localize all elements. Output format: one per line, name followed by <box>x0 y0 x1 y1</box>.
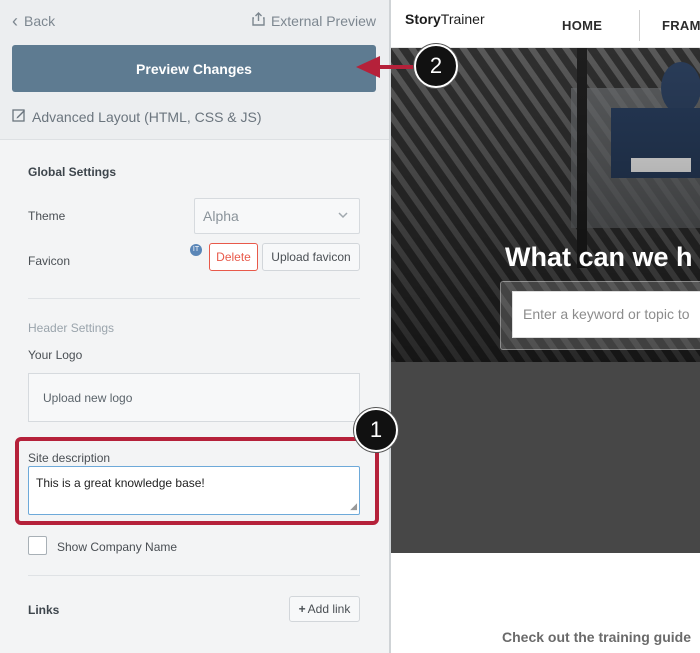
annotation-badge-2: 2 <box>414 44 458 88</box>
annotation-badge-1: 1 <box>354 408 398 452</box>
delete-favicon-button[interactable]: Delete <box>209 243 258 271</box>
theme-label: Theme <box>28 209 66 223</box>
plus-icon: + <box>298 602 306 616</box>
preview-nav: StoryTrainer HOME FRAM <box>391 0 700 48</box>
your-logo-label: Your Logo <box>28 348 83 362</box>
nav-item-home[interactable]: HOME <box>562 18 602 33</box>
upload-favicon-button[interactable]: Upload favicon <box>262 243 360 271</box>
search-input[interactable]: Enter a keyword or topic to <box>512 291 700 338</box>
upload-logo-dropzone[interactable]: Upload new logo <box>28 373 360 422</box>
settings-panel: ‹ Back External Preview Preview Changes … <box>0 0 389 653</box>
preview-changes-button[interactable]: Preview Changes <box>12 45 376 92</box>
divider <box>28 575 360 576</box>
theme-value: Alpha <box>203 208 239 224</box>
edit-icon <box>12 108 26 125</box>
external-preview-label: External Preview <box>270 12 376 29</box>
advanced-layout-link[interactable]: Advanced Layout (HTML, CSS & JS) <box>12 108 262 125</box>
hero-lower-band <box>391 362 700 553</box>
hero-title: What can we h <box>505 242 693 272</box>
add-link-button[interactable]: + Add link <box>289 596 360 622</box>
links-label: Links <box>28 603 60 617</box>
favicon-label: Favicon <box>28 254 71 268</box>
nav-item-fram[interactable]: FRAM <box>662 18 700 33</box>
divider <box>28 298 360 299</box>
training-guide-text: Check out the training guide <box>502 629 692 645</box>
show-company-name-label: Show Company Name <box>57 540 178 554</box>
preview-changes-label: Preview Changes <box>136 60 252 77</box>
brand-logo[interactable]: StoryTrainer <box>405 11 485 27</box>
favicon-info-icon[interactable]: IT <box>190 244 202 256</box>
theme-select[interactable]: Alpha <box>194 198 360 234</box>
nav-separator <box>639 10 640 41</box>
external-preview-link[interactable]: External Preview <box>252 12 376 29</box>
back-label: Back <box>24 13 56 29</box>
header-settings-title: Header Settings <box>28 321 115 335</box>
share-icon <box>252 12 265 29</box>
advanced-layout-label: Advanced Layout (HTML, CSS & JS) <box>32 108 262 125</box>
show-company-name-checkbox[interactable] <box>28 536 47 555</box>
back-link[interactable]: ‹ Back <box>12 12 55 30</box>
annotation-highlight-box <box>15 437 379 525</box>
global-settings-title: Global Settings <box>28 165 117 179</box>
search-placeholder: Enter a keyword or topic to <box>523 306 690 322</box>
upload-logo-label: Upload new logo <box>43 390 133 405</box>
delete-label: Delete <box>216 250 251 264</box>
add-link-label: Add link <box>307 602 351 616</box>
site-preview: StoryTrainer HOME FRAM What can we h Ent… <box>391 0 700 653</box>
chevron-down-icon <box>337 208 349 224</box>
chevron-left-icon: ‹ <box>12 11 18 31</box>
upload-favicon-label: Upload favicon <box>271 250 351 264</box>
